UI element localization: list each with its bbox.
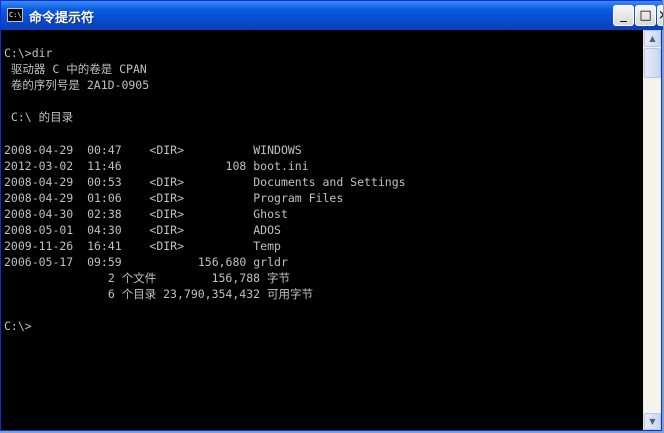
scroll-down-button[interactable]: ▼ [644,413,661,430]
console-line: 6 个目录 23,790,354,432 可用字节 [4,287,313,301]
close-button[interactable]: × [657,5,663,26]
cmd-window: C:\ 命令提示符 _ □ × C:\>dir 驱动器 C 中的卷是 CPAN … [0,0,663,431]
scroll-thumb[interactable] [644,48,661,78]
console-line: C:\>dir [4,46,53,60]
console-line: C:\ 的目录 [4,110,74,124]
console-line: 2006-05-17 09:59 156,680 grldr [4,255,288,269]
maximize-button[interactable]: □ [635,5,656,26]
console-line: 2012-03-02 11:46 108 boot.ini [4,159,309,173]
cmd-app-icon[interactable]: C:\ [7,8,23,22]
console-prompt: C:\> [4,319,32,333]
vertical-scrollbar[interactable]: ▲ ▼ [643,30,661,430]
console-line: 2008-04-30 02:38 <DIR> Ghost [4,207,288,221]
scroll-up-button[interactable]: ▲ [644,30,661,47]
minimize-button[interactable]: _ [613,5,634,26]
console-line: 2 个文件 156,788 字节 [4,271,290,285]
console-line: 2008-04-29 01:06 <DIR> Program Files [4,191,344,205]
console-line: 2008-04-29 00:53 <DIR> Documents and Set… [4,175,406,189]
title-bar[interactable]: C:\ 命令提示符 _ □ × [1,1,663,30]
console-output[interactable]: C:\>dir 驱动器 C 中的卷是 CPAN 卷的序列号是 2A1D-0905… [1,30,643,430]
console-line: 2009-11-26 16:41 <DIR> Temp [4,239,281,253]
console-line: 2008-05-01 04:30 <DIR> ADOS [4,223,281,237]
console-line: 2008-04-29 00:47 <DIR> WINDOWS [4,143,302,157]
console-line: 驱动器 C 中的卷是 CPAN [4,62,147,76]
window-title: 命令提示符 [29,11,95,26]
console-line: 卷的序列号是 2A1D-0905 [4,78,150,92]
